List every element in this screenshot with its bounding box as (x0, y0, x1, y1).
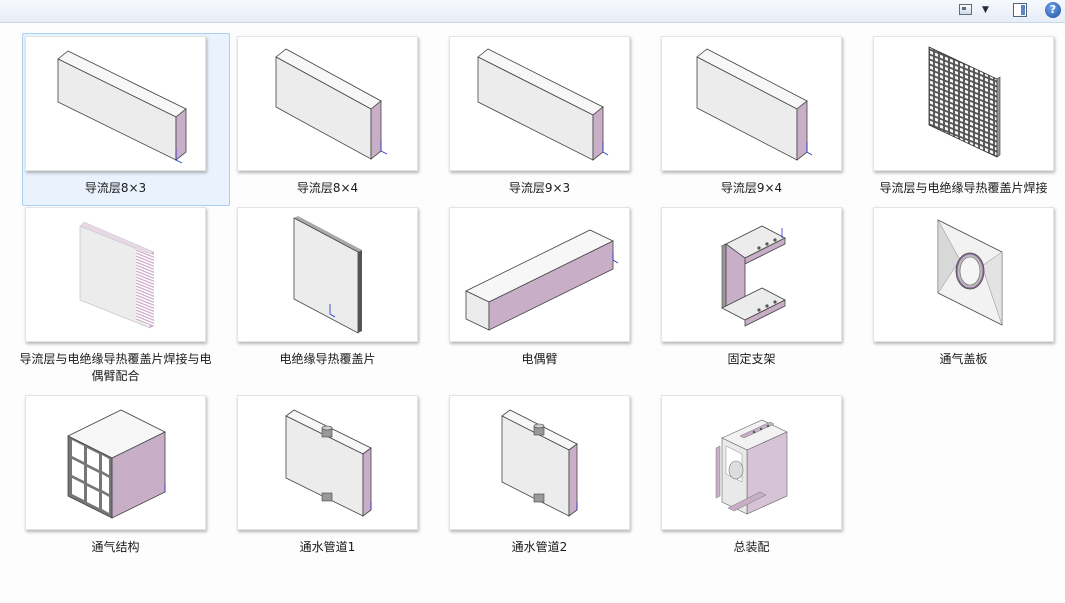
vent-structure-thumbnail (25, 395, 206, 530)
file-name-label[interactable]: 通气盖板 (862, 351, 1065, 368)
file-name-label[interactable]: 通气结构 (14, 539, 217, 556)
file-name-label[interactable]: 导流层9×3 (438, 180, 641, 197)
file-name-label[interactable]: 电绝缘导热覆盖片 (226, 351, 429, 368)
file-name-label[interactable]: 导流层8×3 (14, 180, 217, 197)
panel-thumbnail (237, 36, 418, 171)
file-name-label[interactable]: 导流层9×4 (650, 180, 853, 197)
file-name-label[interactable]: 通水管道1 (226, 539, 429, 556)
water-pipe-thumbnail (237, 395, 418, 530)
file-name-label[interactable]: 导流层与电绝缘导热覆盖片焊接 (862, 180, 1065, 197)
file-name-label[interactable]: 导流层与电绝缘导热覆盖片焊接与电偶臂配合 (14, 351, 217, 385)
file-name-label[interactable]: 固定支架 (650, 351, 853, 368)
bracket-thumbnail (661, 207, 842, 342)
stacked-panel-thumbnail (25, 207, 206, 342)
vent-cover-thumbnail (873, 207, 1054, 342)
file-name-label[interactable]: 电偶臂 (438, 351, 641, 368)
file-grid: 导流层8×3 导流层8×4 导流层9×3 导流层9×4 导流层与电绝缘导热覆盖片… (0, 0, 1065, 603)
thin-plate-thumbnail (237, 207, 418, 342)
panel-thumbnail (661, 36, 842, 171)
file-name-label[interactable]: 总装配 (650, 539, 853, 556)
water-pipe-thumbnail (449, 395, 630, 530)
grid-panel-thumbnail (873, 36, 1054, 171)
assembly-thumbnail (661, 395, 842, 530)
panel-thumbnail (25, 36, 206, 171)
long-bar-thumbnail (449, 207, 630, 342)
file-name-label[interactable]: 通水管道2 (438, 539, 641, 556)
panel-thumbnail (449, 36, 630, 171)
file-name-label[interactable]: 导流层8×4 (226, 180, 429, 197)
